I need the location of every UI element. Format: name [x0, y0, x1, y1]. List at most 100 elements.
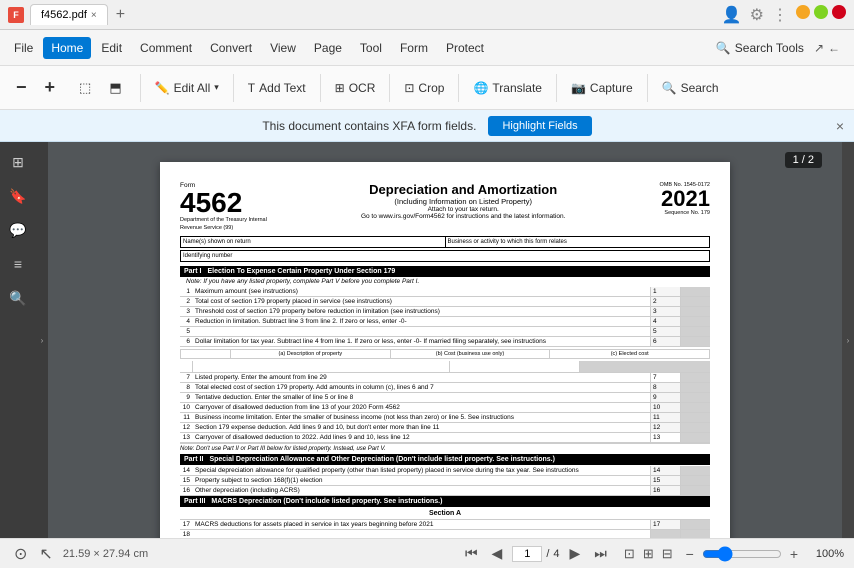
search-tools-btn[interactable]: 🔍 Search Tools ↗ ← [708, 37, 848, 59]
share-icon: ↗ [814, 41, 824, 55]
divider4 [389, 74, 390, 102]
fit-page-btn[interactable]: ⊡ [621, 545, 638, 563]
search-btn[interactable]: 🔍 Search [654, 77, 727, 99]
divider5 [458, 74, 459, 102]
menu-file[interactable]: File [6, 37, 41, 59]
left-sidebar: ⊞ 🔖 💬 ≡ 🔍 [0, 142, 36, 538]
zoom-level: 100% [806, 548, 844, 560]
settings-icon[interactable]: ⚙ [750, 5, 764, 25]
zoom-minus-btn[interactable]: − [682, 544, 698, 564]
tab-bar: f4562.pdf × + [30, 4, 131, 26]
form-year: 2021 [660, 188, 710, 210]
translate-icon: 🌐 [473, 81, 488, 95]
part-i-title: Election To Expense Certain Property Und… [208, 268, 396, 275]
zoom-in-btn[interactable]: + [37, 74, 64, 101]
menu-edit[interactable]: Edit [93, 37, 130, 59]
select2-btn[interactable]: ⬒ [101, 77, 129, 99]
form-number: 4562 [180, 189, 267, 217]
form-subtitle: (Including Information on Listed Propert… [277, 197, 650, 206]
search-icon: 🔍 [716, 41, 731, 55]
pointer-mode-btn[interactable]: ↖ [35, 542, 56, 566]
fit-icons: ⊡ ⊞ ⊟ [621, 545, 676, 563]
capture-btn[interactable]: 📷 Capture [563, 77, 641, 99]
new-tab-btn[interactable]: + [110, 4, 131, 26]
id-label: Identifying number [181, 251, 709, 261]
menu-form[interactable]: Form [392, 37, 436, 59]
notification-message: This document contains XFA form fields. [262, 119, 476, 133]
edit-icon: ✏️ [155, 81, 170, 95]
row-11: 11 Business income limitation. Enter the… [180, 413, 710, 423]
form-header: Form 4562 Department of the Treasury Int… [180, 182, 710, 232]
sidebar-search-icon[interactable]: 🔍 [4, 284, 32, 312]
business-label: Business or activity to which this form … [446, 237, 710, 247]
data-row-empty [180, 361, 710, 373]
app-icon: F [8, 7, 24, 23]
col-headers: (a) Description of property (b) Cost (bu… [180, 349, 710, 359]
translate-btn[interactable]: 🌐 Translate [465, 77, 550, 99]
left-panel-toggle[interactable]: › [36, 142, 48, 538]
fit-width-btn[interactable]: ⊞ [640, 545, 657, 563]
sidebar-pages-icon[interactable]: ⊞ [4, 148, 32, 176]
page-viewport[interactable]: 1 / 2 Form 4562 Department of the Treasu… [48, 142, 842, 538]
page-info: / 4 [512, 546, 559, 562]
zoom-out-btn[interactable]: − [8, 74, 35, 101]
prev-page-btn[interactable]: ◀ [488, 543, 507, 564]
close-btn[interactable] [832, 5, 846, 19]
row-5: 5 5 [180, 327, 710, 337]
zoom-slider[interactable] [702, 546, 782, 562]
edit-all-btn[interactable]: ✏️ Edit All ▾ [147, 77, 227, 99]
row-10: 10 Carryover of disallowed deduction fro… [180, 403, 710, 413]
highlight-fields-btn[interactable]: Highlight Fields [488, 116, 591, 136]
row-3: 3 Threshold cost of section 179 property… [180, 307, 710, 317]
row-17: 17 MACRS deductions for assets placed in… [180, 520, 710, 530]
form-title: Depreciation and Amortization [277, 182, 650, 197]
menu-view[interactable]: View [262, 37, 304, 59]
page-counter-badge: 1 / 2 [785, 152, 822, 168]
fit-height-btn[interactable]: ⊟ [659, 545, 676, 563]
crop-btn[interactable]: ⊡ Crop [396, 77, 452, 99]
select-btn[interactable]: ⬚ [71, 77, 99, 99]
cursor-mode-btn[interactable]: ⊙ [10, 542, 31, 566]
minimize-btn[interactable] [796, 5, 810, 19]
row-13: 13 Carryover of disallowed deduction to … [180, 433, 710, 443]
form-attach: Attach to your tax return. [277, 206, 650, 213]
notification-bar: This document contains XFA form fields. … [0, 110, 854, 142]
right-panel-toggle[interactable]: › [842, 142, 854, 538]
more-icon[interactable]: ⋮ [772, 5, 788, 25]
current-page-input[interactable] [512, 546, 542, 562]
toolbar: − + ⬚ ⬒ ✏️ Edit All ▾ T Add Text ⊞ OCR ⊡… [0, 66, 854, 110]
sidebar-comment-icon[interactable]: 💬 [4, 216, 32, 244]
last-page-btn[interactable]: ⏭ [590, 543, 611, 564]
menu-page[interactable]: Page [306, 37, 350, 59]
active-tab[interactable]: f4562.pdf × [30, 4, 108, 25]
ocr-btn[interactable]: ⊞ OCR [327, 77, 384, 99]
row-18: 18 [180, 530, 710, 538]
row-12: 12 Section 179 expense deduction. Add li… [180, 423, 710, 433]
part-iii-label: Part III [184, 498, 205, 505]
maximize-btn[interactable] [814, 5, 828, 19]
sidebar-bookmark-icon[interactable]: 🔖 [4, 182, 32, 210]
zoom-group: − + [8, 74, 63, 101]
menu-home[interactable]: Home [43, 37, 91, 59]
page-dimensions: 21.59 × 27.94 cm [63, 548, 148, 560]
bottom-bar: ⊙ ↖ 21.59 × 27.94 cm ⏮ ◀ / 4 ▶ ⏭ ⊡ ⊞ ⊟ −… [0, 538, 854, 568]
close-tab-btn[interactable]: × [91, 10, 97, 21]
notification-close-btn[interactable]: × [836, 118, 844, 134]
first-page-btn[interactable]: ⏮ [461, 543, 482, 564]
row-7: 7 Listed property. Enter the amount from… [180, 373, 710, 383]
row-14: 14 Special depreciation allowance for qu… [180, 466, 710, 476]
name-row: Name(s) shown on return Business or acti… [180, 236, 710, 248]
menu-protect[interactable]: Protect [438, 37, 492, 59]
next-page-btn[interactable]: ▶ [566, 543, 585, 564]
row-1: 1 Maximum amount (see instructions) 1 [180, 287, 710, 297]
add-text-btn[interactable]: T Add Text [240, 77, 314, 99]
zoom-plus-btn[interactable]: + [786, 544, 802, 564]
nav-back-icon: ← [828, 41, 840, 55]
capture-icon: 📷 [571, 81, 586, 95]
sidebar-layers-icon[interactable]: ≡ [4, 250, 32, 278]
part-iii-header: Part III MACRS Depreciation (Don't inclu… [180, 496, 710, 507]
form-title-block: Depreciation and Amortization (Including… [267, 182, 660, 220]
menu-tool[interactable]: Tool [352, 37, 390, 59]
menu-convert[interactable]: Convert [202, 37, 260, 59]
menu-comment[interactable]: Comment [132, 37, 200, 59]
